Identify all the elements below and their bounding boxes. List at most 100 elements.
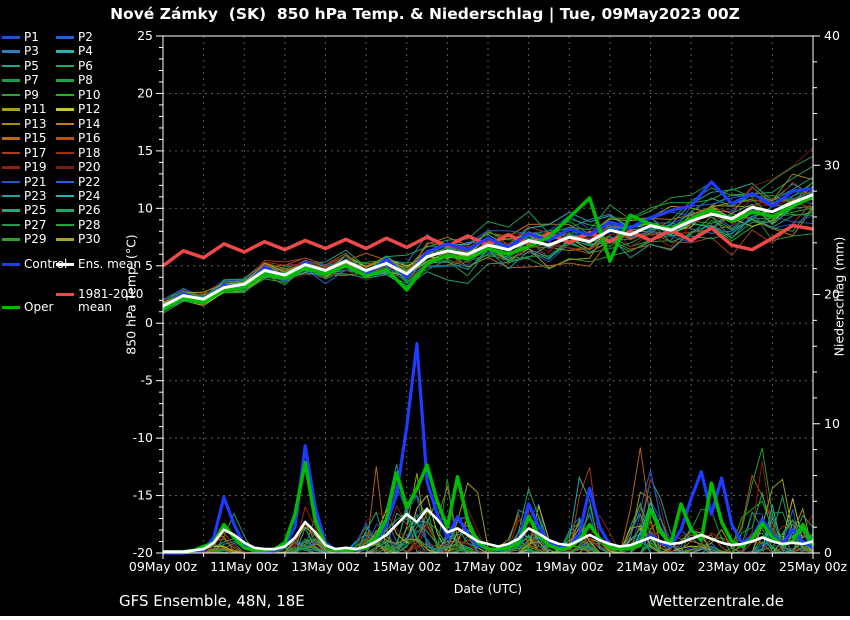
legend-item-p1: P1 (2, 31, 39, 44)
legend-line-swatch (2, 79, 20, 82)
legend-line-swatch (2, 137, 20, 140)
legend: P1P2P3P4P5P6P7P8P9P10P11P12P13P14P15P16P… (0, 0, 160, 620)
legend-item-p8: P8 (56, 74, 93, 87)
gridlines (163, 36, 813, 553)
legend-item-p18: P18 (56, 147, 101, 160)
legend-line-swatch (56, 224, 74, 227)
legend-line-swatch (56, 50, 74, 53)
legend-label: P20 (78, 161, 101, 174)
legend-label: P3 (24, 45, 39, 58)
legend-label: P10 (78, 89, 101, 102)
legend-line-swatch (2, 181, 20, 184)
legend-line-swatch (56, 166, 74, 169)
x-tick: 19May 00z (535, 559, 604, 574)
legend-label: P29 (24, 233, 47, 246)
x-tick: 21May 00z (616, 559, 685, 574)
legend-line-swatch (2, 108, 20, 111)
legend-item-p15: P15 (2, 132, 47, 145)
legend-line-swatch (56, 152, 74, 155)
legend-line-swatch (2, 195, 20, 198)
legend-label: P23 (24, 190, 47, 203)
legend-label: P22 (78, 176, 101, 189)
legend-line-swatch (56, 238, 74, 241)
legend-label: P15 (24, 132, 47, 145)
legend-label: P28 (78, 219, 101, 232)
legend-label: P16 (78, 132, 101, 145)
legend-item-p30: P30 (56, 233, 101, 246)
legend-line-swatch (2, 94, 20, 97)
legend-item-p27: P27 (2, 219, 47, 232)
legend-item-oper: Oper (2, 301, 53, 314)
legend-item-p14: P14 (56, 118, 101, 131)
legend-label: Oper (24, 301, 53, 314)
legend-label: P5 (24, 60, 39, 73)
x-tick: 17May 00z (454, 559, 523, 574)
legend-item-p17: P17 (2, 147, 47, 160)
legend-item-p7: P7 (2, 74, 39, 87)
x-tick: 15May 00z (373, 559, 442, 574)
footer-brand: Wetterzentrale.de (500, 592, 784, 610)
legend-line-swatch (56, 181, 74, 184)
legend-item-p16: P16 (56, 132, 101, 145)
legend-item-p25: P25 (2, 204, 47, 217)
x-tick: 11May 00z (210, 559, 279, 574)
y-right-tick: 10 (824, 416, 840, 431)
legend-item-p29: P29 (2, 233, 47, 246)
legend-item-p28: P28 (56, 219, 101, 232)
legend-line-swatch (56, 108, 74, 111)
legend-label: P24 (78, 190, 101, 203)
legend-label: P9 (24, 89, 39, 102)
legend-label: 1981-2010 mean (78, 288, 143, 314)
legend-label: P8 (78, 74, 93, 87)
legend-item-p9: P9 (2, 89, 39, 102)
footer-model-info: GFS Ensemble, 48N, 18E (119, 592, 305, 610)
legend-item-p2: P2 (56, 31, 93, 44)
legend-label: P2 (78, 31, 93, 44)
legend-label: P12 (78, 103, 101, 116)
legend-item-p20: P20 (56, 161, 101, 174)
legend-item-p19: P19 (2, 161, 47, 174)
legend-item-p24: P24 (56, 190, 101, 203)
legend-line-swatch (2, 50, 20, 53)
legend-line-swatch (2, 36, 20, 39)
legend-line-swatch (56, 79, 74, 82)
legend-label: P27 (24, 219, 47, 232)
ensemble-forecast-page: 2520151050-5-10-15-2040302010009May 00z1… (0, 0, 850, 620)
legend-line-swatch (56, 263, 74, 266)
bottom-white-strip (0, 616, 850, 620)
legend-label: P26 (78, 204, 101, 217)
legend-item-p10: P10 (56, 89, 101, 102)
legend-item-p26: P26 (56, 204, 101, 217)
x-tick: 13May 00z (291, 559, 360, 574)
x-tick: 23May 00z (698, 559, 767, 574)
x-tick: 25May 00z (779, 559, 848, 574)
legend-line-swatch (2, 238, 20, 241)
legend-item-p6: P6 (56, 60, 93, 73)
legend-line-swatch (56, 36, 74, 39)
legend-line-swatch (2, 123, 20, 126)
y-right-tick: 0 (824, 545, 832, 560)
legend-line-swatch (56, 195, 74, 198)
legend-item-p11: P11 (2, 103, 47, 116)
legend-line-swatch (56, 137, 74, 140)
legend-item-p12: P12 (56, 103, 101, 116)
legend-label: P17 (24, 147, 47, 160)
right-axis-label: Niederschlag (mm) (832, 207, 847, 387)
legend-line-swatch (2, 166, 20, 169)
legend-label: P6 (78, 60, 93, 73)
legend-line-swatch (56, 65, 74, 68)
legend-label: P30 (78, 233, 101, 246)
legend-item-p22: P22 (56, 176, 101, 189)
legend-item-p13: P13 (2, 118, 47, 131)
y-right-tick: 30 (824, 157, 840, 172)
legend-label: P25 (24, 204, 47, 217)
legend-line-swatch (56, 94, 74, 97)
legend-line-swatch (56, 123, 74, 126)
legend-label: P11 (24, 103, 47, 116)
legend-item-p3: P3 (2, 45, 39, 58)
legend-item-climate-mean: 1981-2010 mean (56, 288, 143, 314)
legend-item-p21: P21 (2, 176, 47, 189)
legend-item-p23: P23 (2, 190, 47, 203)
legend-line-swatch (56, 293, 74, 296)
legend-label: P18 (78, 147, 101, 160)
